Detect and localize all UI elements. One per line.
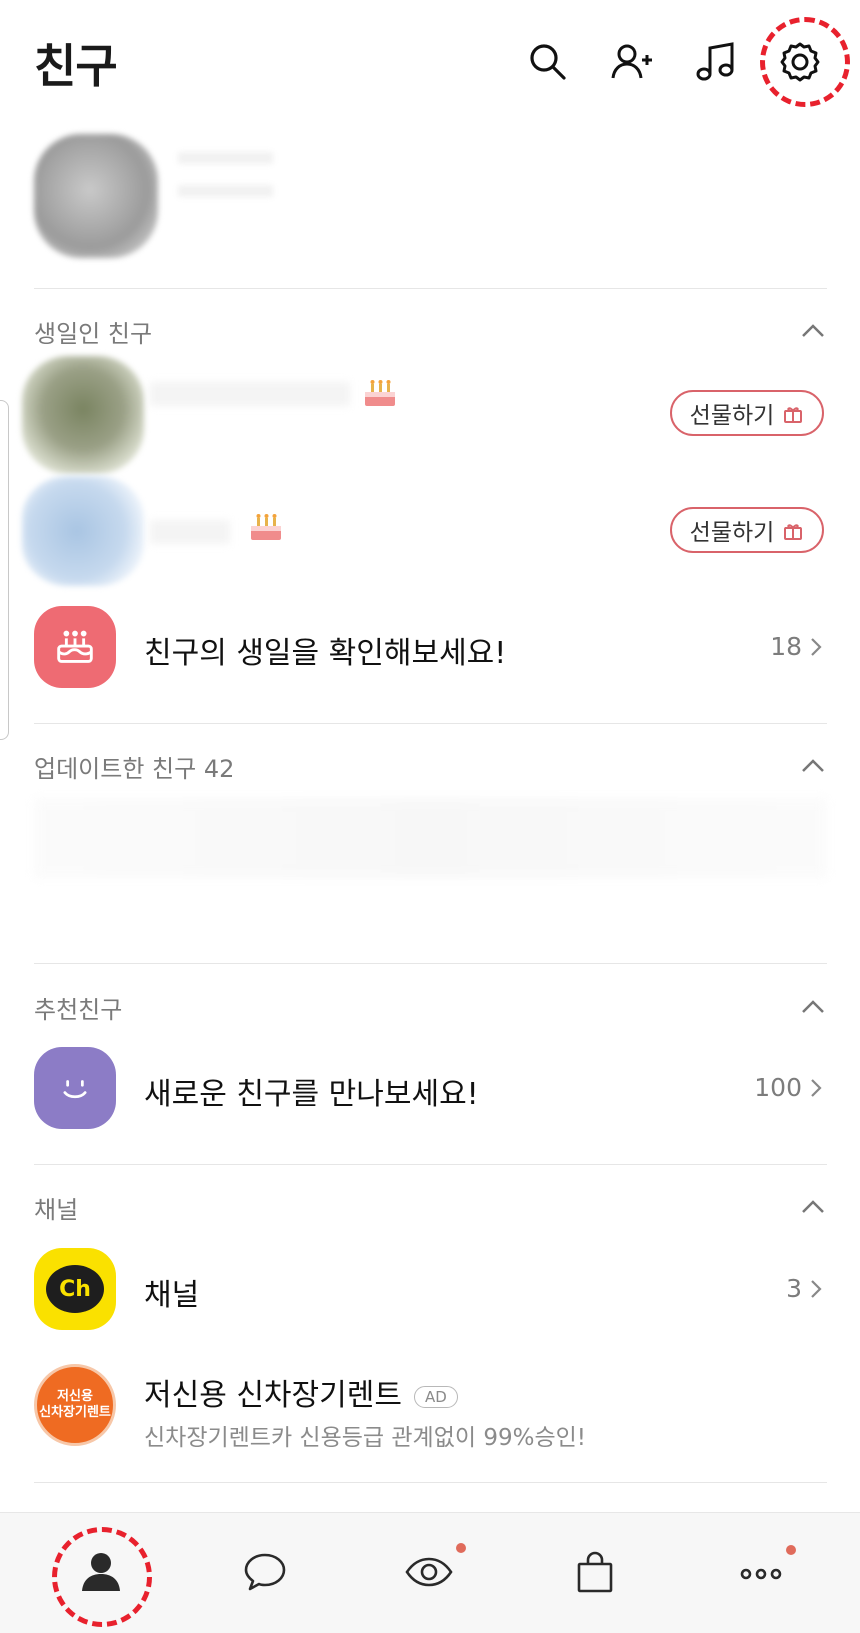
channel-count[interactable]: 3 <box>786 1274 824 1303</box>
channel-count-value: 3 <box>786 1274 802 1303</box>
highlight-ring-friends <box>52 1527 152 1627</box>
section-label-birthday: 생일인 친구 <box>34 320 153 348</box>
gift-button[interactable]: 선물하기 <box>670 390 824 436</box>
birthday-list-icon[interactable] <box>34 606 116 688</box>
recommend-count[interactable]: 100 <box>754 1073 824 1102</box>
shopping-bag-icon <box>577 1551 613 1593</box>
ad-title: 저신용 신차장기렌트 <box>144 1378 402 1413</box>
search-icon[interactable] <box>522 36 574 88</box>
divider <box>34 723 827 724</box>
section-label-channel: 채널 <box>34 1196 79 1224</box>
chevron-right-icon <box>811 1078 822 1097</box>
ad-subtitle: 신차장기렌트카 신용등급 관계없이 99%승인! <box>144 1425 586 1451</box>
birthday-count[interactable]: 18 <box>770 632 824 661</box>
birthday-cake-icon <box>251 514 281 540</box>
ad-title-row[interactable]: 저신용 신차장기렌트 AD <box>144 1370 458 1414</box>
channel-bubble: Ch <box>46 1265 104 1313</box>
birthday-count-value: 18 <box>770 632 802 661</box>
add-friend-icon[interactable] <box>606 36 658 88</box>
birthday-friend-name-blur <box>150 520 230 544</box>
ad-logo-text-bottom: 신차장기렌트 <box>39 1405 111 1420</box>
updated-friends-strip-blur[interactable] <box>34 798 827 878</box>
gift-button-label: 선물하기 <box>689 403 775 429</box>
chevron-up-icon[interactable] <box>800 753 826 779</box>
birthday-friend-name-blur <box>150 382 350 406</box>
section-label-updated: 업데이트한 친구 42 <box>34 755 235 783</box>
chevron-up-icon[interactable] <box>800 994 826 1020</box>
chats-tab[interactable] <box>230 1537 300 1607</box>
birthday-check-title[interactable]: 친구의 생일을 확인해보세요! <box>144 628 506 672</box>
chevron-right-icon <box>811 1279 822 1298</box>
view-tab[interactable] <box>394 1537 466 1607</box>
my-profile-status-blur <box>178 185 273 197</box>
ad-badge: AD <box>413 1385 458 1408</box>
gift-button-label: 선물하기 <box>689 520 775 546</box>
gift-box-icon <box>784 524 803 540</box>
birthday-friend-avatar[interactable] <box>22 356 144 474</box>
smile-face-icon[interactable] <box>34 1047 116 1129</box>
my-profile-name-blur <box>178 152 273 164</box>
eye-icon <box>405 1557 453 1587</box>
recommend-count-value: 100 <box>754 1073 802 1102</box>
page-title: 친구 <box>34 39 118 93</box>
more-tab[interactable] <box>726 1537 796 1607</box>
more-dots-icon <box>740 1568 782 1580</box>
shopping-tab[interactable] <box>560 1537 630 1607</box>
edge-panel-handle[interactable] <box>0 400 9 740</box>
section-label-recommended: 추천친구 <box>34 996 123 1024</box>
divider <box>34 963 827 964</box>
ad-logo-text-top: 저신용 <box>57 1389 93 1404</box>
channel-icon[interactable]: Ch <box>34 1248 116 1330</box>
chevron-up-icon[interactable] <box>800 318 826 344</box>
divider <box>34 1482 827 1483</box>
chat-bubble-icon <box>244 1553 286 1591</box>
gift-box-icon <box>784 407 803 423</box>
notification-dot <box>786 1545 796 1555</box>
channel-title[interactable]: 채널 <box>144 1270 199 1314</box>
highlight-ring-settings <box>760 17 850 107</box>
gift-button[interactable]: 선물하기 <box>670 507 824 553</box>
recommend-title[interactable]: 새로운 친구를 만나보세요! <box>144 1069 479 1113</box>
chevron-right-icon <box>811 637 822 656</box>
birthday-friend-avatar[interactable] <box>22 476 144 586</box>
music-icon[interactable] <box>690 36 742 88</box>
divider <box>34 1164 827 1165</box>
birthday-cake-icon <box>365 380 395 406</box>
notification-dot <box>456 1543 466 1553</box>
divider <box>34 288 827 289</box>
my-profile-avatar[interactable] <box>34 134 158 258</box>
ad-logo[interactable]: 저신용 신차장기렌트 <box>34 1364 116 1446</box>
bottom-navigation <box>0 1512 860 1633</box>
chevron-up-icon[interactable] <box>800 1194 826 1220</box>
